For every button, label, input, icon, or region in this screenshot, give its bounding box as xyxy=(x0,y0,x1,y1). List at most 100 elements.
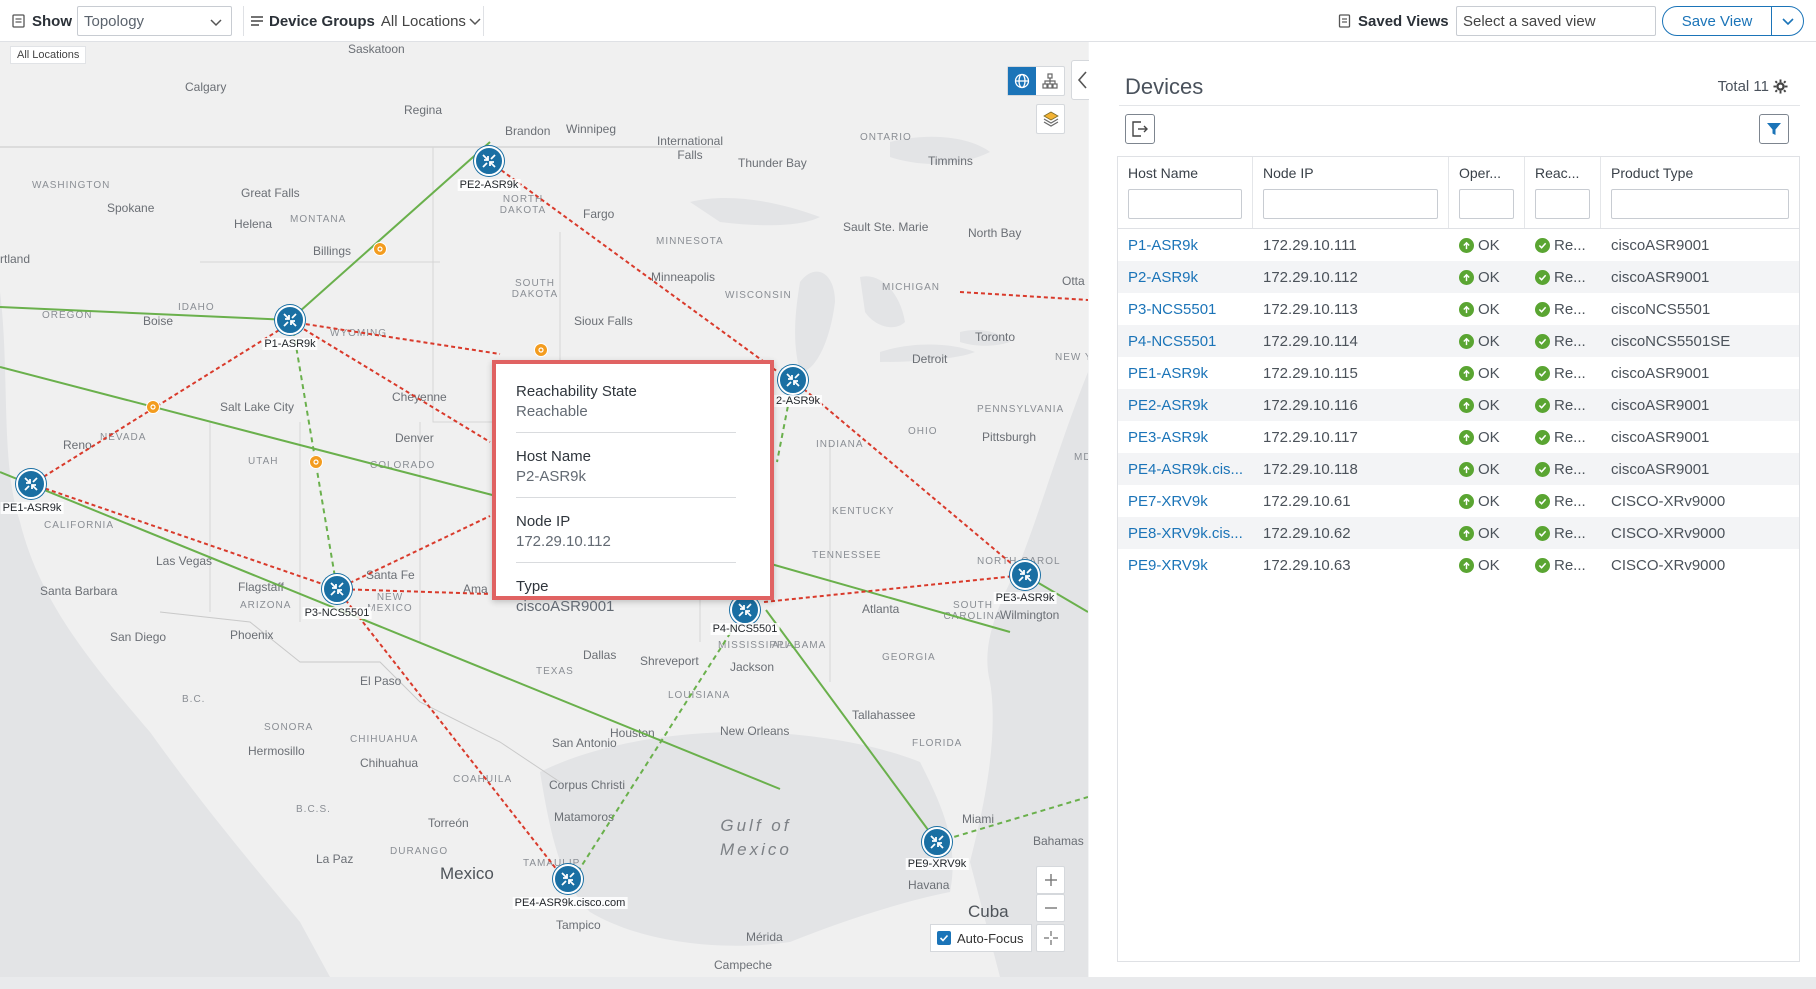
table-row[interactable]: PE2-ASR9k 172.29.10.116 OK Re... ciscoASR900… xyxy=(1118,389,1799,421)
oper-status-text: OK xyxy=(1478,428,1500,446)
map-label-cuba: Cuba xyxy=(968,902,1009,921)
column-header-reach[interactable]: Reac... xyxy=(1525,157,1601,228)
device-node-pe2[interactable] xyxy=(474,146,504,176)
node-ip-cell: 172.29.10.61 xyxy=(1263,492,1351,510)
chevron-down-icon xyxy=(469,18,481,26)
device-groups-control[interactable]: Device Groups All Locations xyxy=(250,0,482,42)
column-header-oper[interactable]: Oper... xyxy=(1449,157,1525,228)
table-row[interactable]: P2-ASR9k 172.29.10.112 OK Re... ciscoASR9001 xyxy=(1118,261,1799,293)
device-node-pe9[interactable] xyxy=(922,827,952,857)
logical-view-button[interactable] xyxy=(1036,67,1064,95)
map-label-north-dakota: NORTH DAKOTA xyxy=(499,194,547,216)
column-header-node-ip[interactable]: Node IP xyxy=(1253,157,1449,228)
oper-status-text: OK xyxy=(1478,492,1500,510)
link-warning-icon[interactable] xyxy=(373,242,387,256)
node-ip-cell: 172.29.10.63 xyxy=(1263,556,1351,574)
device-node-p2[interactable] xyxy=(778,365,808,395)
save-view-dropdown[interactable] xyxy=(1771,7,1803,35)
table-row[interactable]: PE7-XRV9k 172.29.10.61 OK Re... CISCO-XRv900… xyxy=(1118,485,1799,517)
router-icon xyxy=(482,154,496,168)
router-icon xyxy=(330,582,344,596)
column-header-product-type[interactable]: Product Type xyxy=(1601,157,1799,228)
host-name-link[interactable]: P1-ASR9k xyxy=(1118,237,1253,254)
host-name-link[interactable]: PE4-ASR9k.cis... xyxy=(1118,461,1253,478)
reach-status-text: Re... xyxy=(1554,300,1586,318)
table-row[interactable]: P4-NCS5501 172.29.10.114 OK Re... ciscoNCS55… xyxy=(1118,325,1799,357)
table-row[interactable]: PE1-ASR9k 172.29.10.115 OK Re... ciscoASR900… xyxy=(1118,357,1799,389)
host-name-link[interactable]: PE1-ASR9k xyxy=(1118,365,1253,382)
link-warning-icon[interactable] xyxy=(534,343,548,357)
device-node-pe1[interactable] xyxy=(16,469,46,499)
host-name-filter-input[interactable] xyxy=(1128,189,1242,219)
node-ip-cell: 172.29.10.115 xyxy=(1263,364,1358,382)
product-type-cell: ciscoASR9001 xyxy=(1611,460,1710,478)
status-up-icon xyxy=(1459,429,1474,445)
device-node-p3[interactable] xyxy=(322,574,352,604)
geo-view-button[interactable] xyxy=(1008,67,1036,95)
check-circle-icon xyxy=(1535,557,1550,573)
auto-focus-checkbox[interactable] xyxy=(937,931,951,945)
layers-button[interactable] xyxy=(1036,104,1065,134)
chevron-down-icon xyxy=(210,19,222,27)
oper-status-text: OK xyxy=(1478,556,1500,574)
host-name-link[interactable]: P4-NCS5501 xyxy=(1118,333,1253,350)
product-type-filter-input[interactable] xyxy=(1611,189,1789,219)
reach-status-text: Re... xyxy=(1554,396,1586,414)
bottom-scrollbar[interactable] xyxy=(0,977,1816,989)
map-label-san-diego: San Diego xyxy=(110,630,167,644)
gear-icon[interactable] xyxy=(1773,79,1788,94)
host-name-link[interactable]: PE9-XRV9k xyxy=(1118,557,1253,574)
map-label-gulf-of-mexico: Gulf of Mexico xyxy=(720,816,792,859)
host-name-link[interactable]: PE3-ASR9k xyxy=(1118,429,1253,446)
map-label-regina: Regina xyxy=(404,103,443,117)
host-name-link[interactable]: PE8-XRV9k.cis... xyxy=(1118,525,1253,542)
filter-button[interactable] xyxy=(1759,114,1789,144)
product-type-cell: ciscoNCS5501SE xyxy=(1611,332,1731,350)
column-header-host-name[interactable]: Host Name xyxy=(1118,157,1253,228)
device-node-pe4[interactable] xyxy=(553,864,583,894)
plus-icon xyxy=(1044,874,1057,886)
host-name-link[interactable]: PE7-XRV9k xyxy=(1118,493,1253,510)
table-row[interactable]: P1-ASR9k 172.29.10.111 OK Re... ciscoASR9001 xyxy=(1118,229,1799,261)
map-label-matamoros: Matamoros xyxy=(554,810,615,824)
device-node-pe3[interactable] xyxy=(1010,560,1040,590)
router-icon xyxy=(930,835,944,849)
table-row[interactable]: PE3-ASR9k 172.29.10.117 OK Re... ciscoASR900… xyxy=(1118,421,1799,453)
node-ip-filter-input[interactable] xyxy=(1263,189,1438,219)
map-label-pittsburgh: Pittsburgh xyxy=(982,430,1037,444)
show-select[interactable]: Topology xyxy=(77,6,232,36)
table-row[interactable]: PE8-XRV9k.cis... 172.29.10.62 OK Re... CISCO… xyxy=(1118,517,1799,549)
host-name-link[interactable]: PE2-ASR9k xyxy=(1118,397,1253,414)
column-label: Reac... xyxy=(1535,165,1580,181)
saved-view-select[interactable]: Select a saved view xyxy=(1456,6,1656,36)
reach-status-text: Re... xyxy=(1554,460,1586,478)
link-warning-icon[interactable] xyxy=(309,455,323,469)
save-view-button[interactable]: Save View xyxy=(1663,7,1771,35)
map-label-minnesota: MINNESOTA xyxy=(656,236,724,247)
oper-status-text: OK xyxy=(1478,396,1500,414)
router-icon xyxy=(24,477,38,491)
host-name-link[interactable]: P3-NCS5501 xyxy=(1118,301,1253,318)
map-label-timmins: Timmins xyxy=(928,154,973,168)
reach-filter-input[interactable] xyxy=(1535,189,1590,219)
table-row[interactable]: PE9-XRV9k 172.29.10.63 OK Re... CISCO-XRv900… xyxy=(1118,549,1799,581)
link-warning-icon[interactable] xyxy=(146,400,160,414)
table-row[interactable]: P3-NCS5501 172.29.10.113 OK Re... ciscoNCS55… xyxy=(1118,293,1799,325)
reach-status-text: Re... xyxy=(1554,268,1586,286)
export-button[interactable] xyxy=(1125,114,1155,144)
host-name-link[interactable]: P2-ASR9k xyxy=(1118,269,1253,286)
device-node-p1[interactable] xyxy=(275,305,305,335)
product-type-cell: CISCO-XRv9000 xyxy=(1611,524,1726,542)
zoom-in-button[interactable] xyxy=(1036,866,1065,894)
topology-map[interactable]: Saskatoon Calgary Regina Brandon Winnipe… xyxy=(0,42,1088,977)
map-label-florida: FLORIDA xyxy=(912,738,963,749)
show-icon xyxy=(12,14,25,28)
zoom-out-button[interactable] xyxy=(1036,894,1065,922)
table-row[interactable]: PE4-ASR9k.cis... 172.29.10.118 OK Re... cisc… xyxy=(1118,453,1799,485)
devices-table: Host Name Node IP Oper... Reac... Produc… xyxy=(1117,156,1800,962)
map-label-detroit: Detroit xyxy=(912,352,948,366)
recenter-button[interactable] xyxy=(1036,924,1065,952)
oper-filter-input[interactable] xyxy=(1459,189,1514,219)
auto-focus-toggle[interactable]: Auto-Focus xyxy=(930,924,1033,952)
map-label-ottawa: Otta xyxy=(1062,274,1085,288)
